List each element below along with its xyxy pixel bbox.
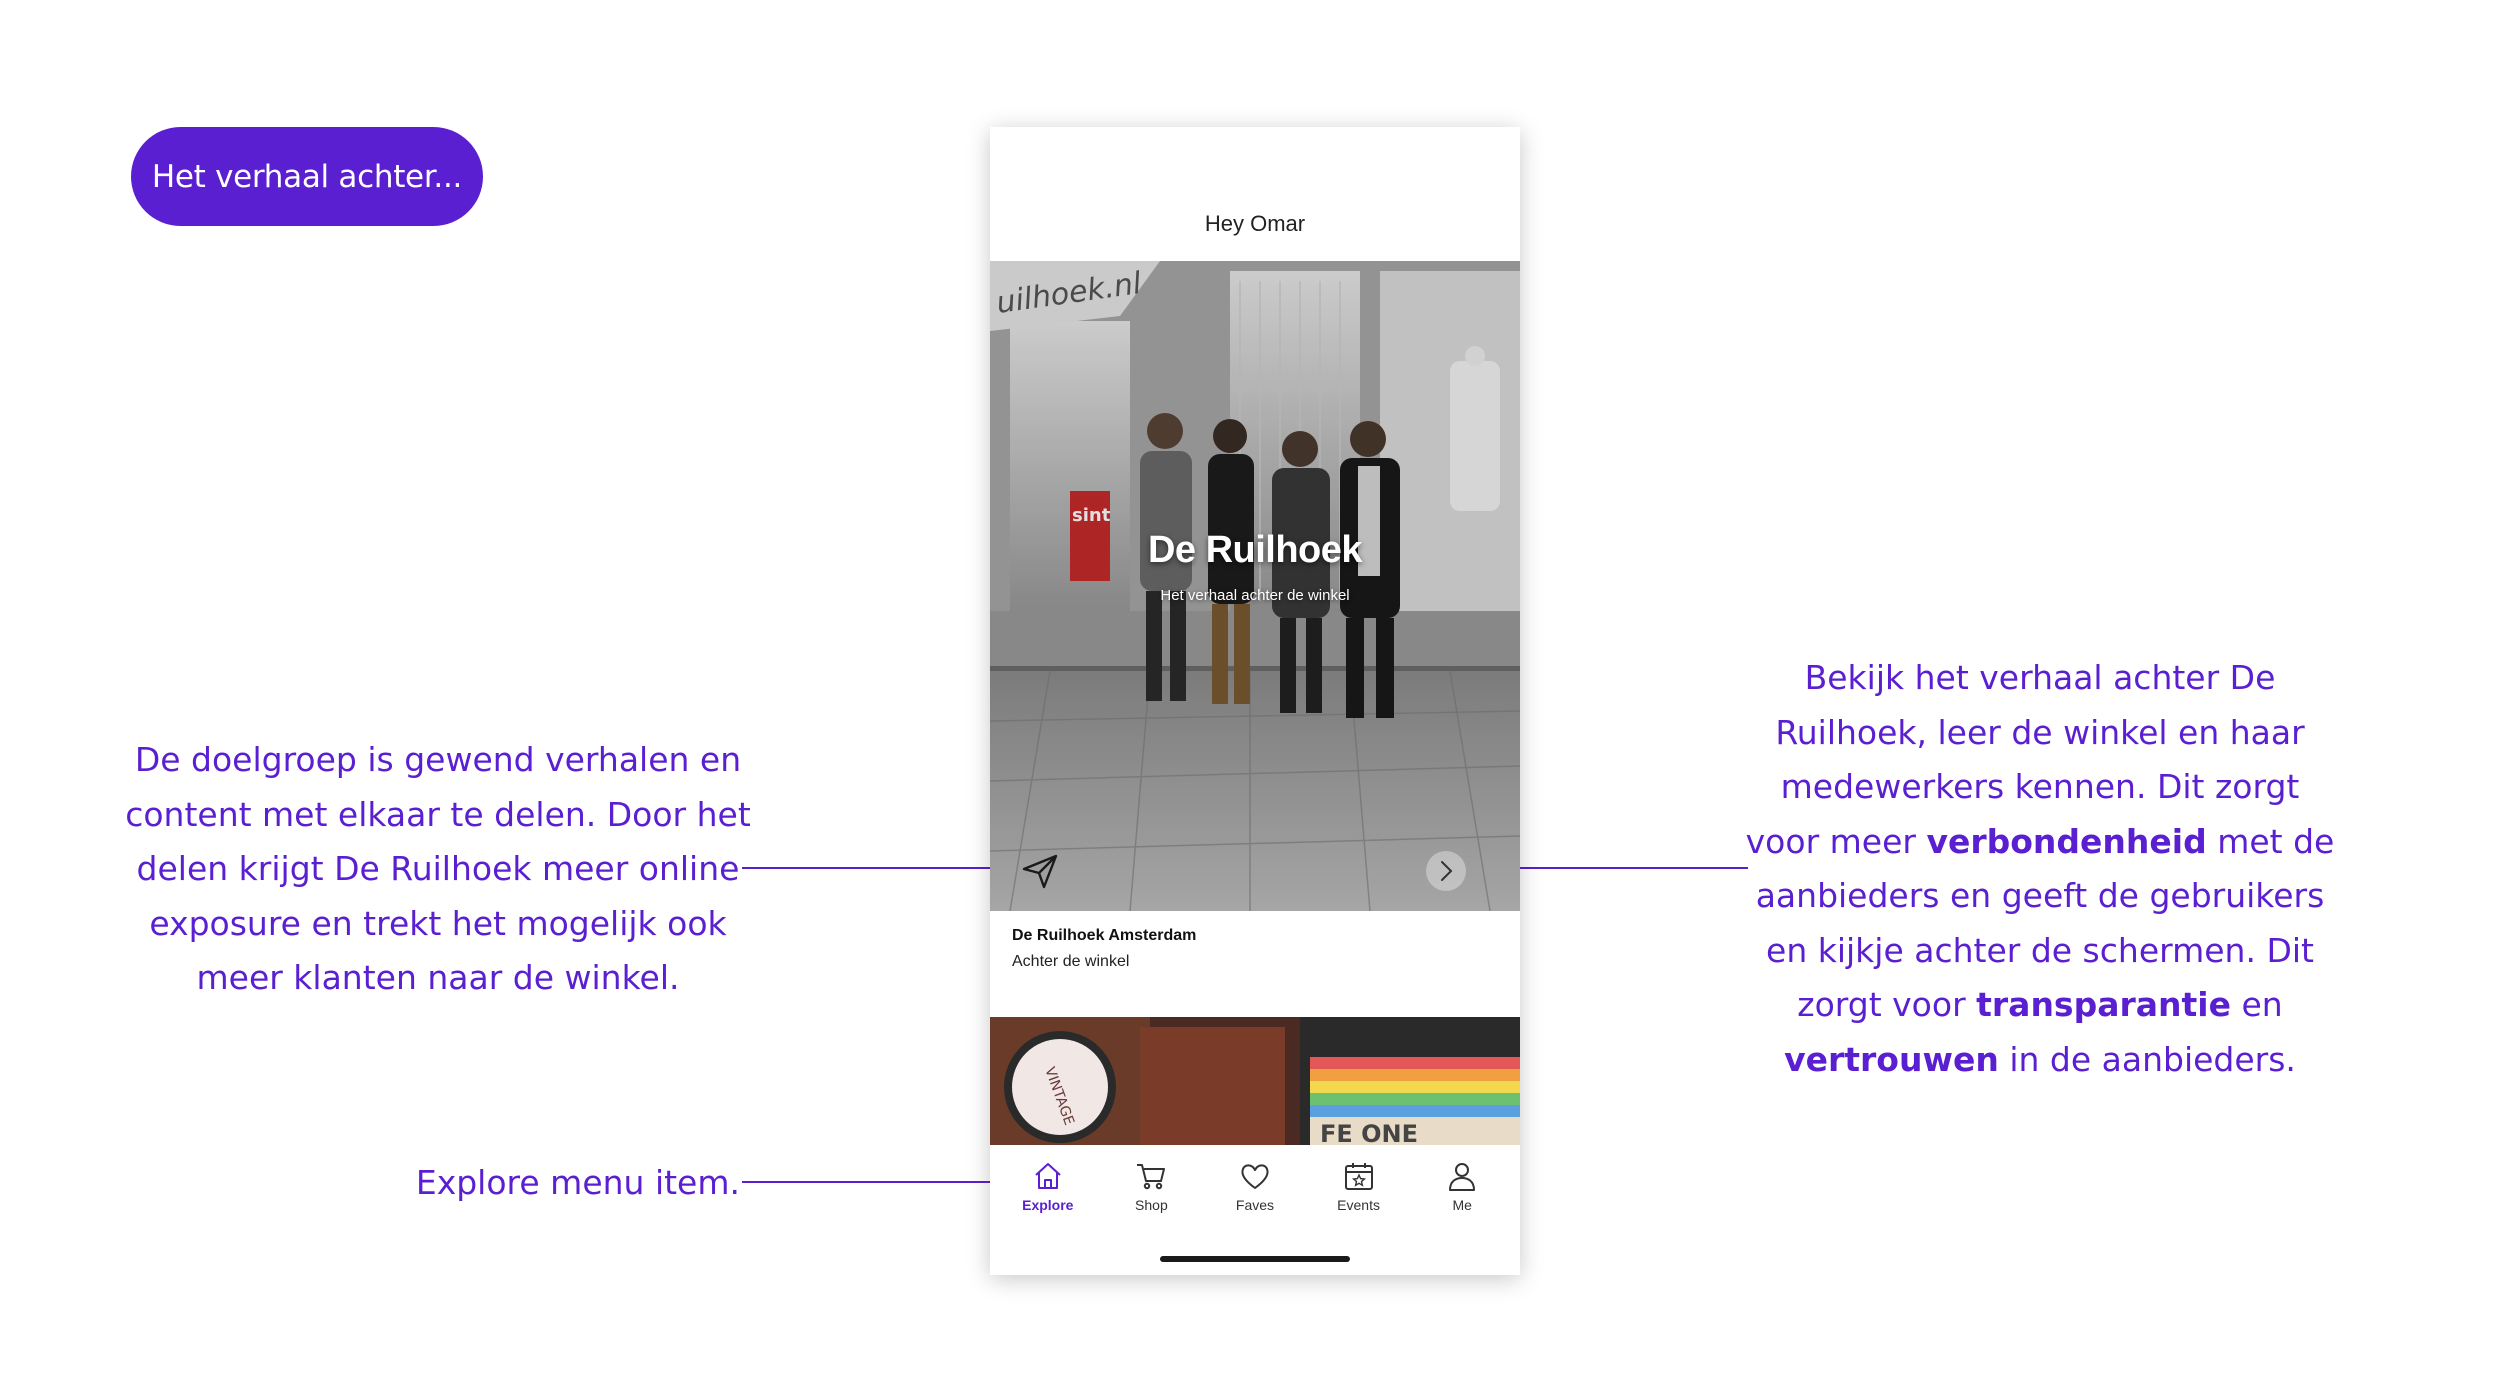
tab-shop[interactable]: Shop — [1106, 1145, 1196, 1245]
section-title-pill: Het verhaal achter... — [131, 127, 483, 226]
home-indicator[interactable] — [1160, 1256, 1350, 1262]
tab-faves-label: Faves — [1235, 1197, 1275, 1213]
cart-icon — [1137, 1164, 1166, 1190]
tab-events[interactable]: Events — [1314, 1145, 1404, 1245]
tab-me-label: Me — [1452, 1197, 1472, 1213]
user-icon — [1449, 1163, 1476, 1191]
tab-explore[interactable]: Explore — [1003, 1145, 1093, 1245]
second-card-photo: FE ONE VINTAGE — [990, 1017, 1520, 1147]
phone-mockup: Hey Omar uilhoek.nl sint De Ruilhoek Het… — [990, 127, 1520, 1275]
annotation-share: De doelgroep is gewend verhalen en conte… — [125, 740, 751, 997]
home-icon — [1035, 1163, 1061, 1189]
share-icon[interactable] — [1020, 851, 1060, 891]
hero-title: De Ruilhoek — [1147, 529, 1363, 571]
tab-explore-label: Explore — [1022, 1197, 1074, 1213]
annotation-explore: Explore menu item. — [415, 1163, 740, 1202]
hero-story-card[interactable]: uilhoek.nl sint De Ruilhoek Het verhaal … — [990, 261, 1520, 911]
annotation-story: Bekijk het verhaal achter De Ruilhoek, l… — [1745, 658, 2335, 1079]
tab-events-label: Events — [1337, 1197, 1380, 1213]
chevron-right-icon[interactable] — [1424, 849, 1468, 893]
card-subtitle: Achter de winkel — [1012, 953, 1130, 970]
annotation-connector-explore — [742, 1181, 1008, 1183]
heart-icon — [1241, 1164, 1269, 1189]
tab-faves[interactable]: Faves — [1210, 1145, 1300, 1245]
calendar-icon — [1344, 1163, 1373, 1190]
card-title: De Ruilhoek Amsterdam — [1012, 927, 1197, 944]
greeting-text: Hey Omar — [1204, 211, 1306, 236]
bottom-tab-bar: Explore Shop Faves Events Me — [990, 1145, 1520, 1245]
second-card-shop-text: FE ONE — [1320, 1120, 1418, 1147]
tab-me[interactable]: Me — [1417, 1145, 1507, 1245]
hero-photo: uilhoek.nl sint — [990, 261, 1520, 911]
second-story-card[interactable]: FE ONE VINTAGE — [990, 1017, 1520, 1147]
hero-subtitle: Het verhaal achter de winkel — [1160, 587, 1350, 604]
annotation-connector-share — [742, 867, 1008, 869]
tab-shop-label: Shop — [1135, 1197, 1168, 1213]
